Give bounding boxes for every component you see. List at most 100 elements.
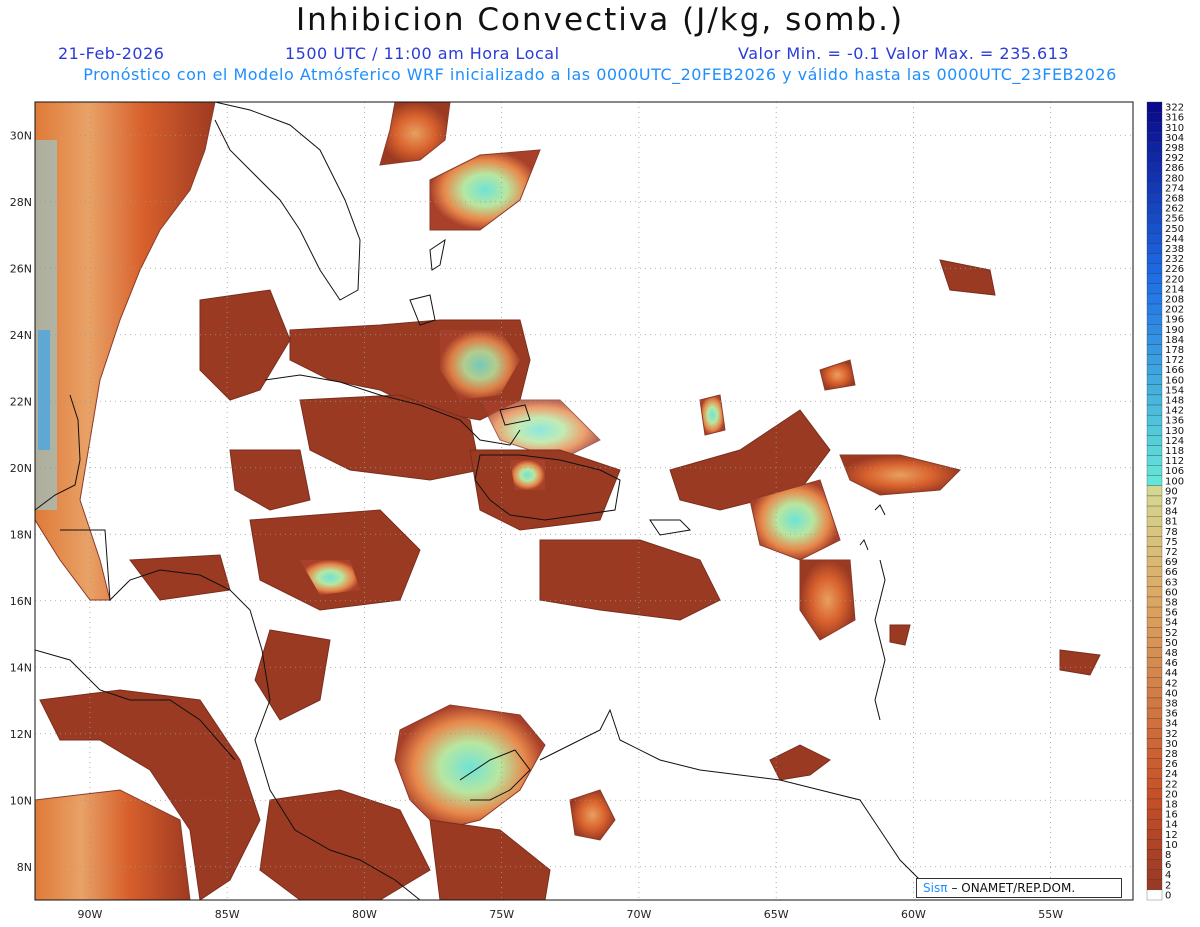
colorbar-swatch [1146, 687, 1163, 699]
colorbar-swatch [1146, 526, 1163, 537]
colorbar-swatch [1146, 758, 1163, 769]
colorbar-swatch [1146, 122, 1163, 133]
map-canvas: 90W 85W 80W 75W 70W 65W 60W 55W 30N 28N 26N 24N 22N… [10, 101, 1184, 921]
colorbar-swatch [1146, 334, 1163, 345]
lon-label-65w: 65W [764, 908, 789, 921]
colorbar-swatch [1146, 212, 1163, 224]
latitude-labels: 30N 28N 26N 24N 22N 20N 18N 16N 14N 12N 10N 8N [10, 129, 32, 874]
colorbar-swatch [1146, 738, 1163, 749]
colorbar-swatch [1146, 223, 1163, 234]
colorbar-swatch [1146, 435, 1163, 446]
lat-label-10n: 10N [10, 794, 32, 807]
sispi-logo: Sisπ [923, 881, 948, 895]
cin-shading [35, 102, 1101, 900]
colorbar-swatch [1146, 788, 1163, 800]
colorbar-swatch [1146, 667, 1163, 678]
colorbar-swatch [1146, 859, 1163, 870]
lon-label-75w: 75W [489, 908, 514, 921]
lat-label-30n: 30N [10, 129, 32, 142]
colorbar-swatch [1146, 606, 1163, 618]
colorbar-swatch [1146, 182, 1163, 194]
colorbar-swatch [1146, 293, 1163, 305]
colorbar-swatch [1146, 869, 1163, 880]
colorbar-swatch [1146, 829, 1163, 840]
colorbar-swatch [1146, 637, 1163, 648]
lon-label-90w: 90W [77, 908, 102, 921]
colorbar-swatch [1146, 414, 1163, 426]
colorbar-swatch [1146, 647, 1163, 658]
colorbar-swatch [1146, 324, 1163, 335]
longitude-labels: 90W 85W 80W 75W 70W 65W 60W 55W [77, 908, 1063, 921]
lat-label-16n: 16N [10, 595, 32, 608]
colorbar-swatch [1146, 697, 1163, 709]
colorbar-swatch [1146, 303, 1163, 315]
colorbar-swatch [1146, 546, 1163, 557]
colorbar: 3223163103042982922862802742682622562502… [1146, 101, 1184, 901]
colorbar-swatch [1146, 202, 1163, 214]
colorbar-swatch [1146, 445, 1163, 456]
colorbar-swatch [1146, 152, 1163, 163]
colorbar-swatch [1146, 465, 1163, 476]
colorbar-swatch [1146, 748, 1163, 759]
colorbar-swatch [1146, 233, 1163, 244]
colorbar-swatch [1146, 849, 1163, 860]
colorbar-swatch [1146, 313, 1163, 325]
colorbar-swatch [1146, 495, 1163, 507]
colorbar-swatch [1146, 536, 1163, 547]
lon-label-85w: 85W [215, 908, 240, 921]
lat-label-24n: 24N [10, 329, 32, 342]
colorbar-swatch [1146, 404, 1163, 416]
lat-label-8n: 8N [17, 861, 32, 874]
colorbar-swatch [1146, 617, 1163, 628]
lat-label-18n: 18N [10, 528, 32, 541]
colorbar-swatch [1146, 808, 1163, 820]
colorbar-swatch [1146, 879, 1163, 891]
lat-label-22n: 22N [10, 395, 32, 408]
colorbar-swatch [1146, 819, 1163, 830]
colorbar-swatch [1146, 839, 1163, 850]
credit-text: – ONAMET/REP.DOM. [951, 881, 1076, 895]
colorbar-swatch [1146, 475, 1163, 486]
colorbar-swatch [1146, 596, 1163, 608]
colorbar-swatch [1146, 354, 1163, 365]
colorbar-swatch [1146, 344, 1163, 355]
lat-label-14n: 14N [10, 661, 32, 674]
colorbar-swatch [1146, 778, 1163, 790]
colorbar-swatch [1146, 586, 1163, 598]
colorbar-swatch [1146, 576, 1163, 588]
credit-box: Sisπ – ONAMET/REP.DOM. [916, 878, 1122, 898]
colorbar-swatch [1146, 253, 1163, 264]
colorbar-swatch [1146, 172, 1163, 183]
colorbar-swatch [1146, 718, 1163, 729]
colorbar-swatch [1146, 243, 1163, 254]
lon-label-80w: 80W [352, 908, 377, 921]
colorbar-swatch [1146, 516, 1163, 527]
lon-label-60w: 60W [901, 908, 926, 921]
colorbar-swatch [1146, 132, 1163, 143]
colorbar-swatch [1146, 162, 1163, 173]
lon-label-70w: 70W [626, 908, 651, 921]
colorbar-label: 0 [1165, 890, 1171, 901]
lat-label-28n: 28N [10, 196, 32, 209]
colorbar-swatch [1146, 374, 1163, 385]
colorbar-swatch [1146, 657, 1163, 668]
colorbar-swatch [1146, 566, 1163, 577]
colorbar-swatch [1146, 485, 1163, 497]
lat-label-12n: 12N [10, 728, 32, 741]
colorbar-swatch [1146, 556, 1163, 567]
colorbar-swatch [1146, 728, 1163, 739]
colorbar-swatch [1146, 273, 1163, 284]
colorbar-swatch [1146, 364, 1163, 375]
colorbar-swatch [1146, 384, 1163, 396]
colorbar-swatch [1146, 768, 1163, 779]
colorbar-swatch [1146, 627, 1163, 638]
colorbar-swatch [1146, 425, 1163, 436]
colorbar-swatch [1146, 889, 1163, 901]
colorbar-swatch [1146, 142, 1163, 153]
lon-label-55w: 55W [1038, 908, 1063, 921]
colorbar-swatch [1146, 798, 1163, 810]
colorbar-swatch [1146, 101, 1163, 113]
colorbar-swatch [1146, 677, 1163, 689]
colorbar-swatch [1146, 111, 1163, 123]
colorbar-swatch [1146, 505, 1163, 517]
